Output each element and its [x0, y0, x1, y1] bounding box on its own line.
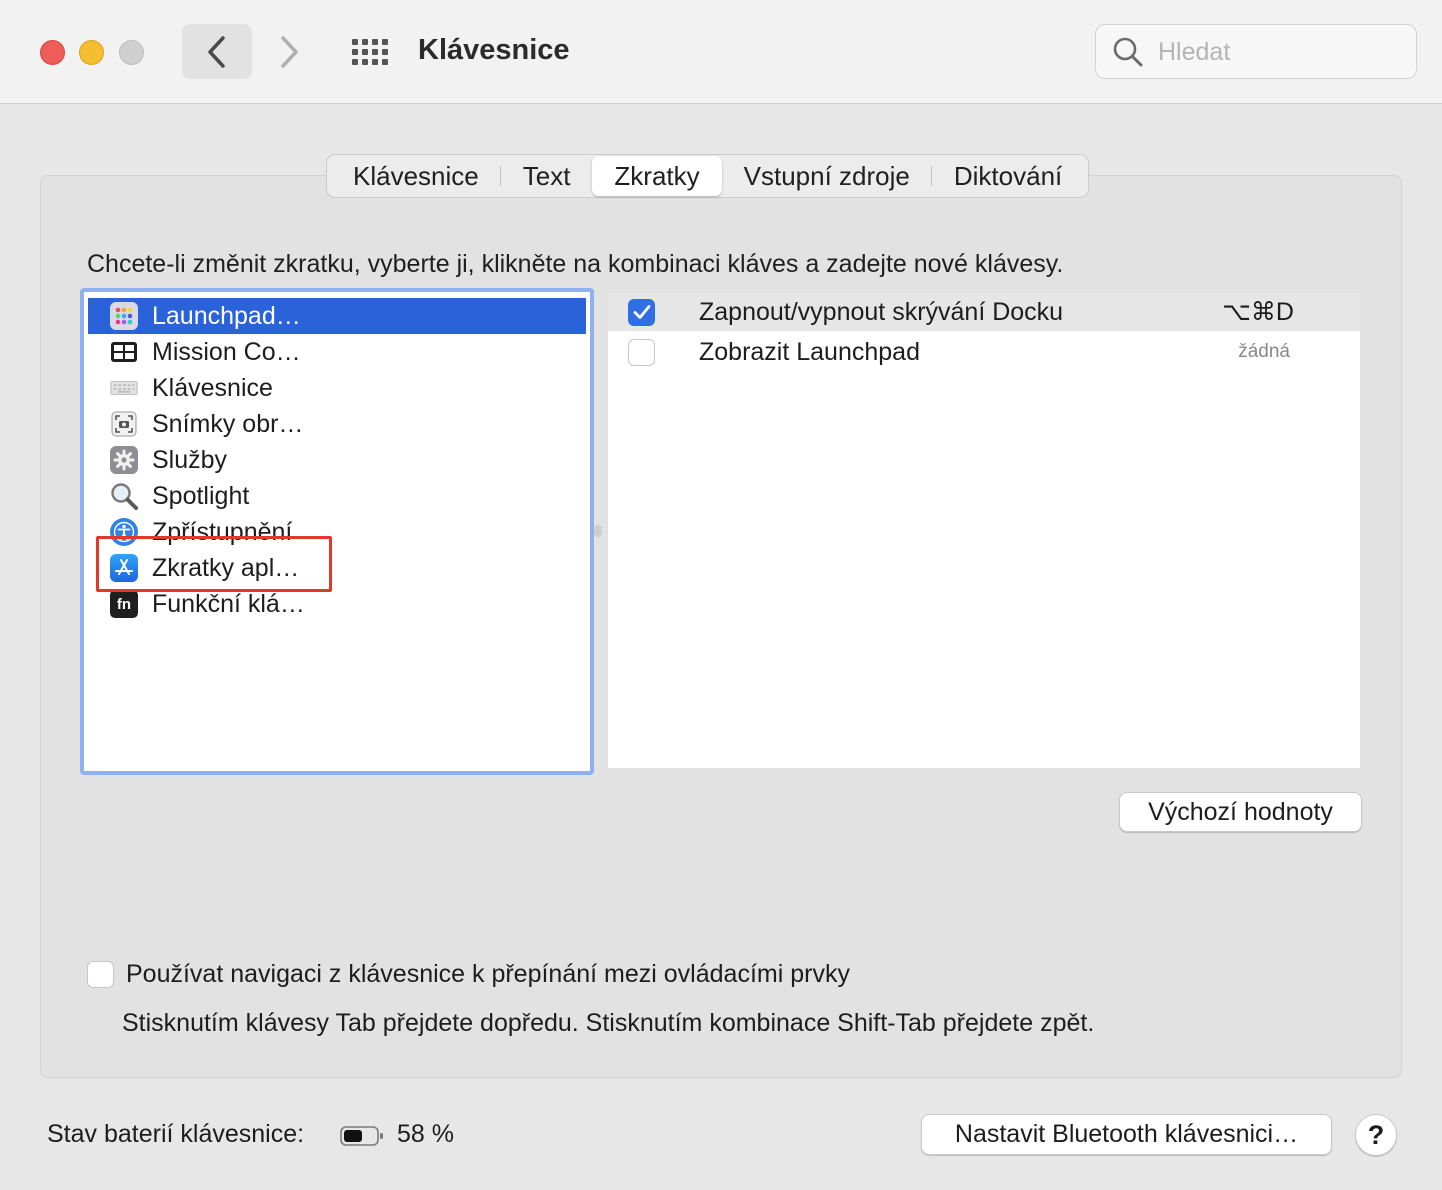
- zoom-window-button[interactable]: [119, 40, 144, 65]
- battery-status-label: Stav baterií klávesnice:: [47, 1120, 305, 1148]
- magnifier-icon: [110, 482, 138, 510]
- forward-button[interactable]: [260, 24, 318, 79]
- category-label: Zkratky apl…: [152, 553, 300, 582]
- instruction-text: Chcete-li změnit zkratku, vyberte ji, kl…: [87, 250, 1064, 278]
- keyboard-navigation-hint: Stisknutím klávesy Tab přejdete dopředu.…: [122, 1009, 1095, 1037]
- grid-icon: [352, 39, 388, 65]
- show-all-button[interactable]: [348, 36, 392, 68]
- launchpad-icon: [110, 302, 138, 330]
- category-item-sluzby[interactable]: Služby: [88, 442, 586, 478]
- tab-diktovani[interactable]: Diktování: [932, 156, 1084, 196]
- checkmark-icon: [633, 305, 650, 319]
- category-item-spotlight[interactable]: Spotlight: [88, 478, 586, 514]
- category-label: Launchpad…: [152, 301, 301, 330]
- title-bar: Klávesnice: [0, 0, 1442, 104]
- close-window-button[interactable]: [40, 40, 65, 65]
- setup-bluetooth-keyboard-button[interactable]: Nastavit Bluetooth klávesnici…: [921, 1114, 1332, 1155]
- help-button[interactable]: ?: [1355, 1114, 1397, 1156]
- category-item-launchpad[interactable]: Launchpad…: [88, 298, 586, 334]
- category-item-funkcni-klavesy[interactable]: fn Funkční klá…: [88, 586, 586, 622]
- mission-control-icon: [110, 338, 138, 366]
- search-icon: [1113, 37, 1143, 67]
- back-button[interactable]: [182, 24, 252, 79]
- tab-klavesnice[interactable]: Klávesnice: [331, 156, 501, 196]
- keyboard-icon: [110, 374, 138, 402]
- search-input[interactable]: [1156, 25, 1410, 79]
- accessibility-icon: [110, 518, 138, 546]
- shortcut-table[interactable]: Zapnout/vypnout skrývání Docku ⌥⌘D Zobra…: [608, 293, 1360, 768]
- fn-key-icon: fn: [110, 590, 138, 618]
- category-item-zpristupneni[interactable]: Zpřístupnění: [88, 514, 586, 550]
- search-field[interactable]: [1095, 24, 1417, 79]
- category-label: Služby: [152, 445, 228, 474]
- shortcut-label: Zobrazit Launchpad: [699, 337, 920, 366]
- shortcut-key[interactable]: žádná: [1238, 341, 1290, 363]
- shortcut-checkbox-dock[interactable]: [628, 298, 655, 326]
- category-label: Spotlight: [152, 481, 250, 510]
- restore-defaults-button[interactable]: Výchozí hodnoty: [1119, 792, 1362, 832]
- category-item-klavesnice[interactable]: Klávesnice: [88, 370, 586, 406]
- svg-text:fn: fn: [117, 596, 131, 613]
- app-store-icon: [110, 554, 138, 582]
- battery-icon: [340, 1126, 383, 1146]
- category-item-zkratky-aplikaci[interactable]: Zkratky apl…: [88, 550, 586, 586]
- tab-bar: Klávesnice Text Zkratky Vstupní zdroje D…: [326, 154, 1090, 198]
- category-label: Funkční klá…: [152, 589, 305, 618]
- chevron-left-icon: [208, 35, 225, 68]
- keyboard-navigation-checkbox[interactable]: [87, 961, 114, 988]
- shortcut-label: Zapnout/vypnout skrývání Docku: [699, 297, 1064, 326]
- category-label: Klávesnice: [152, 373, 273, 402]
- battery-status-value: 58 %: [397, 1120, 454, 1148]
- category-item-snimky-obrazovky[interactable]: Snímky obr…: [88, 406, 586, 442]
- screenshot-icon: [110, 410, 138, 438]
- shortcut-row[interactable]: Zobrazit Launchpad žádná: [608, 333, 1360, 371]
- gear-icon: [110, 446, 138, 474]
- split-view-handle[interactable]: [594, 525, 602, 537]
- shortcut-row[interactable]: Zapnout/vypnout skrývání Docku ⌥⌘D: [608, 293, 1360, 331]
- category-label: Mission Co…: [152, 337, 301, 366]
- keyboard-navigation-label[interactable]: Používat navigaci z klávesnice k přepíná…: [126, 960, 850, 989]
- tab-text[interactable]: Text: [501, 156, 593, 196]
- tab-vstupni-zdroje[interactable]: Vstupní zdroje: [722, 156, 933, 196]
- shortcut-key[interactable]: ⌥⌘D: [1222, 297, 1294, 327]
- category-item-mission-control[interactable]: Mission Co…: [88, 334, 586, 370]
- minimize-window-button[interactable]: [79, 40, 104, 65]
- category-label: Zpřístupnění: [152, 517, 293, 546]
- chevron-right-icon: [281, 35, 298, 68]
- tab-zkratky[interactable]: Zkratky: [592, 156, 722, 196]
- category-label: Snímky obr…: [152, 409, 304, 438]
- window-title: Klávesnice: [418, 34, 570, 66]
- shortcut-checkbox-launchpad[interactable]: [628, 338, 655, 366]
- category-list[interactable]: Launchpad… Mission Co… Klávesnice Snímky…: [80, 288, 594, 775]
